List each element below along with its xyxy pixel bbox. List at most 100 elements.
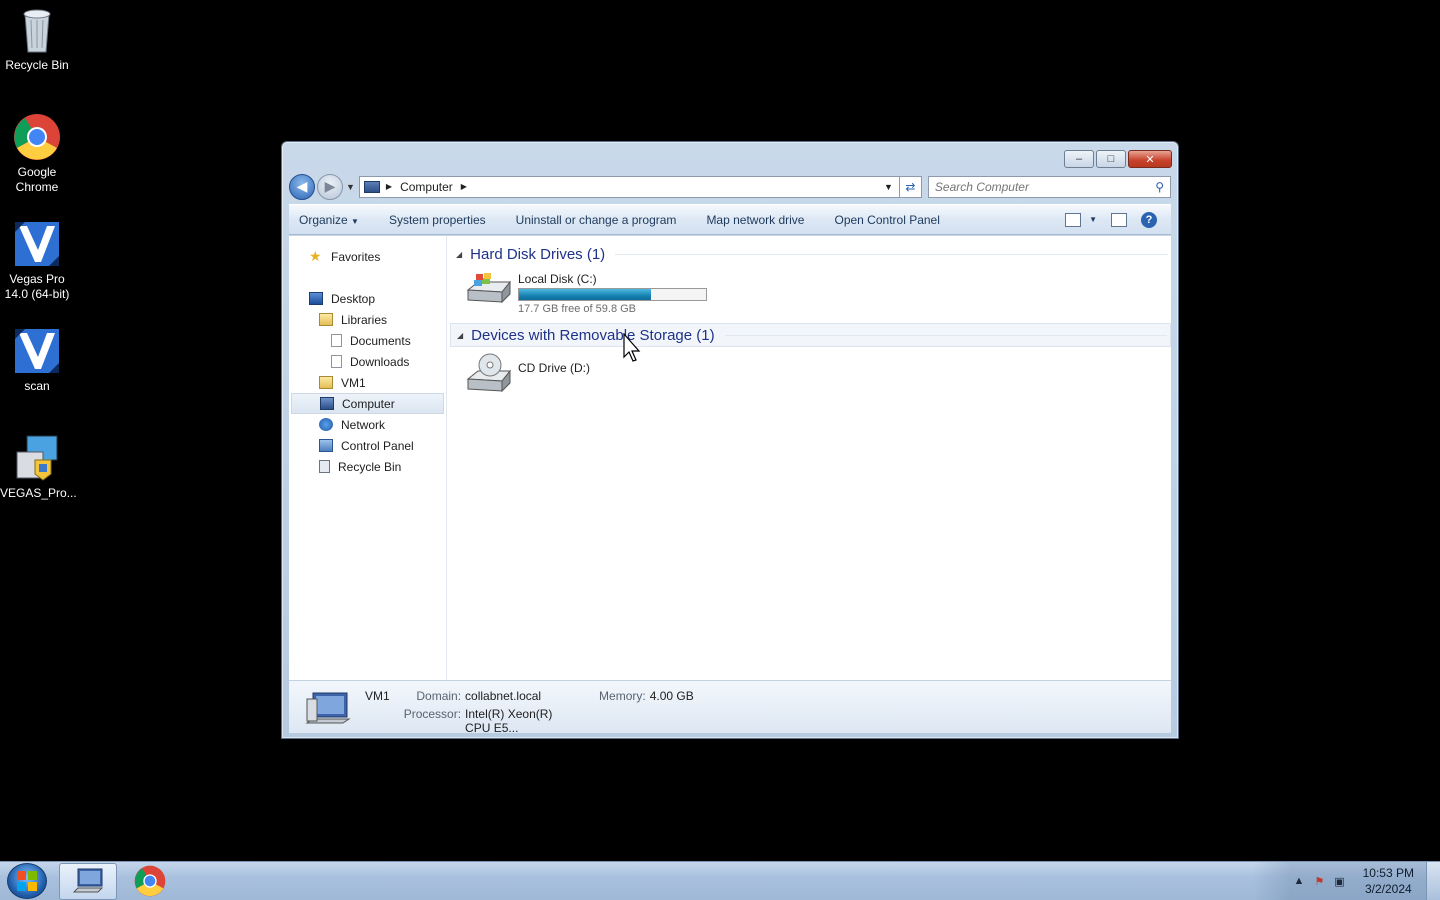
taskbar-explorer-button[interactable] (59, 862, 117, 900)
recent-pages-dropdown[interactable]: ▼ (346, 182, 355, 192)
nav-item-favorites[interactable]: ★ Favorites (289, 246, 446, 267)
nav-item-label: VM1 (341, 375, 366, 390)
maximize-button[interactable]: □ (1096, 150, 1126, 168)
change-view-button[interactable]: ▼ (1065, 212, 1097, 227)
nav-item-documents[interactable]: Documents (289, 330, 446, 351)
breadcrumb-computer[interactable]: Computer (400, 180, 453, 194)
network-icon (319, 418, 333, 431)
collapse-triangle-icon[interactable]: ◢ (456, 250, 462, 259)
show-hidden-icons-button[interactable]: ▲ (1293, 875, 1304, 887)
desktop-icon-label: Vegas Pro 14.0 (64-bit) (4, 272, 70, 301)
chrome-icon (134, 865, 166, 897)
user-folder-icon (319, 376, 333, 389)
drive-usage-bar (518, 288, 707, 301)
nav-item-libraries[interactable]: Libraries (289, 309, 446, 330)
breadcrumb-chevron-icon[interactable]: ▶ (461, 182, 467, 191)
nav-item-label: Desktop (331, 291, 376, 306)
domain-label: Domain: (416, 689, 462, 703)
caption-buttons: – □ ✕ (1064, 150, 1172, 168)
action-center-flag-icon[interactable]: ⚑ (1314, 875, 1324, 888)
documents-icon (331, 334, 342, 347)
computer-icon (72, 868, 104, 893)
mouse-cursor-icon (623, 332, 643, 363)
system-properties-button[interactable]: System properties (389, 213, 486, 227)
search-input[interactable] (934, 179, 1156, 194)
chevron-down-icon: ▼ (1089, 215, 1097, 224)
nav-item-label: Network (341, 417, 386, 432)
window-body: ★ Favorites Desktop Libraries Documents … (289, 236, 1171, 680)
downloads-icon (331, 355, 342, 368)
desktop-icon-label: VEGAS_Pro... (0, 486, 77, 500)
address-bar[interactable]: ▶ Computer ▶ ▼ (358, 175, 900, 198)
start-button[interactable] (7, 863, 47, 899)
chrome-icon (13, 113, 61, 161)
arrow-right-icon: ▶ (324, 178, 336, 194)
desktop-icon-vegas-pro[interactable]: Vegas Pro 14.0 (64-bit) (0, 220, 74, 302)
star-icon: ★ (309, 248, 322, 264)
control-panel-icon (319, 439, 333, 452)
nav-item-downloads[interactable]: Downloads (289, 351, 446, 372)
command-bar: Organize ▼ System properties Uninstall o… (289, 204, 1171, 235)
nav-item-label: Control Panel (341, 438, 414, 453)
group-header-removable-storage[interactable]: ◢ Devices with Removable Storage (1) (450, 323, 1171, 347)
memory-value: 4.00 GB (649, 689, 694, 703)
uninstall-program-button[interactable]: Uninstall or change a program (516, 213, 677, 227)
collapse-triangle-icon[interactable]: ◢ (457, 331, 463, 340)
nav-item-label: Favorites (331, 249, 381, 264)
navigation-pane: ★ Favorites Desktop Libraries Documents … (289, 236, 447, 680)
nav-item-recycle-bin[interactable]: Recycle Bin (289, 456, 446, 477)
nav-item-user-folder[interactable]: VM1 (289, 372, 446, 393)
nav-item-computer[interactable]: Computer (291, 393, 444, 414)
drive-cd-d[interactable]: CD Drive (D:) (450, 353, 1171, 393)
desktop-icon-google-chrome[interactable]: Google Chrome (0, 113, 74, 195)
search-icon[interactable]: ⚲ (1155, 180, 1164, 194)
breadcrumb-chevron-icon[interactable]: ▶ (386, 182, 392, 191)
group-divider (724, 334, 1167, 336)
preview-pane-button[interactable] (1111, 212, 1127, 227)
computer-large-icon (305, 689, 351, 727)
nav-item-control-panel[interactable]: Control Panel (289, 435, 446, 456)
recycle-bin-icon (13, 6, 61, 54)
computer-icon (320, 397, 334, 410)
open-control-panel-button[interactable]: Open Control Panel (834, 213, 939, 227)
show-desktop-button[interactable] (1426, 862, 1440, 900)
forward-button[interactable]: ▶ (317, 173, 343, 200)
details-pane: VM1 Domain: Processor: collabnet.local I… (289, 680, 1171, 735)
vegas-pro-icon (13, 220, 61, 268)
refresh-button[interactable]: ⇄ (899, 175, 922, 198)
desktop-icon-vegas-installer[interactable]: VEGAS_Pro... (0, 434, 77, 501)
vegas-pro-icon (13, 327, 61, 375)
organize-button[interactable]: Organize ▼ (299, 213, 359, 227)
windows-logo-icon (17, 871, 37, 891)
clock[interactable]: 10:53 PM 3/2/2024 (1363, 865, 1414, 897)
address-dropdown-icon[interactable]: ▼ (884, 182, 893, 192)
domain-value: collabnet.local (465, 689, 542, 703)
map-network-drive-button[interactable]: Map network drive (706, 213, 804, 227)
recycle-bin-icon (319, 460, 330, 473)
nav-item-label: Documents (350, 333, 411, 348)
group-divider (615, 253, 1168, 255)
desktop-icon-recycle-bin[interactable]: Recycle Bin (0, 6, 74, 73)
drive-local-disk-c[interactable]: Local Disk (C:) 17.7 GB free of 59.8 GB (450, 272, 1171, 315)
group-title: Devices with Removable Storage (1) (471, 326, 715, 344)
search-box[interactable]: ⚲ (927, 175, 1171, 198)
close-button[interactable]: ✕ (1128, 150, 1172, 168)
help-button[interactable]: ? (1141, 211, 1157, 228)
desktop-icon (309, 292, 323, 305)
installer-icon (13, 434, 61, 482)
minimize-button[interactable]: – (1064, 150, 1094, 168)
nav-item-network[interactable]: Network (289, 414, 446, 435)
drive-free-space: 17.7 GB free of 59.8 GB (518, 303, 637, 315)
taskbar-chrome-button[interactable] (121, 863, 179, 900)
nav-item-desktop[interactable]: Desktop (289, 288, 446, 309)
network-status-icon[interactable]: ▣ (1334, 875, 1344, 888)
memory-label: Memory: (599, 689, 646, 703)
group-header-hard-disk-drives[interactable]: ◢ Hard Disk Drives (1) (450, 242, 1171, 266)
taskbar: ▲ ⚑ ▣ 10:53 PM 3/2/2024 (0, 861, 1440, 900)
desktop-icon-label: scan (24, 379, 50, 393)
desktop-icon-label: Recycle Bin (5, 58, 69, 72)
back-button[interactable]: ◀ (289, 173, 315, 200)
navigation-bar: ◀ ▶ ▼ ▶ Computer ▶ ▼ ⇄ ⚲ (289, 173, 1171, 200)
libraries-icon (319, 313, 333, 326)
desktop-icon-scan[interactable]: scan (0, 327, 74, 394)
